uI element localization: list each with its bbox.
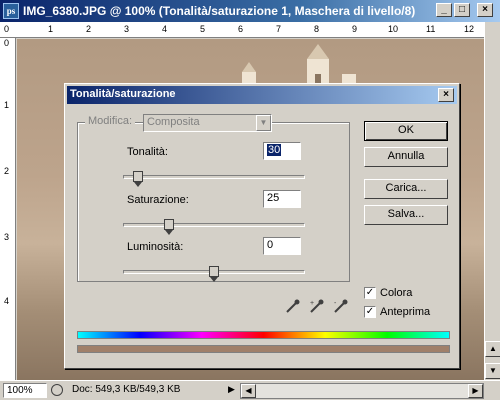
lightness-value: 0 [267, 239, 274, 251]
save-button[interactable]: Salva... [364, 205, 448, 225]
hue-slider-track[interactable] [123, 175, 305, 179]
scroll-down-icon[interactable]: ▼ [485, 363, 500, 379]
ruler-tick: 4 [4, 296, 10, 306]
ruler-tick: 12 [464, 24, 475, 34]
vertical-ruler[interactable]: 0 1 2 3 4 [0, 38, 16, 380]
ruler-tick: 2 [4, 166, 10, 176]
colorize-label: Colora [380, 287, 413, 299]
preview-label: Anteprima [380, 306, 431, 318]
result-color-bar [77, 345, 450, 353]
scroll-up-icon[interactable]: ▲ [485, 341, 500, 357]
status-bar: 100% Doc: 549,3 KB/549,3 KB ▶ ◀ ▶ [0, 380, 500, 400]
eyedropper-minus-icon[interactable]: - [333, 298, 349, 314]
saturation-slider-thumb[interactable] [163, 219, 174, 235]
ruler-tick: 4 [162, 24, 168, 34]
ruler-tick: 11 [426, 24, 436, 34]
saturation-label: Saturazione: [127, 194, 189, 206]
svg-text:-: - [334, 300, 337, 307]
preview-checkbox[interactable]: ✓ [364, 306, 376, 319]
saturation-input[interactable]: 25 [263, 190, 301, 208]
edit-select-value: Composita [147, 116, 200, 128]
scroll-left-icon[interactable]: ◀ [241, 384, 256, 398]
photoshop-app-icon[interactable]: ps [3, 3, 19, 19]
ruler-tick: 9 [352, 24, 358, 34]
status-menu-icon[interactable] [51, 384, 63, 396]
horizontal-scrollbar[interactable]: ◀ ▶ [240, 383, 484, 399]
ruler-tick: 1 [48, 24, 54, 34]
edit-label: Modifica: [85, 115, 136, 127]
hue-value: 30 [267, 144, 282, 156]
hue-label: Tonalità: [127, 146, 168, 158]
ruler-tick: 2 [86, 24, 92, 34]
zoom-field[interactable]: 100% [3, 383, 47, 398]
maximize-button[interactable]: □ [454, 3, 470, 17]
lightness-label: Luminosità: [127, 241, 184, 253]
svg-text:+: + [310, 300, 314, 307]
hue-input[interactable]: 30 [263, 142, 301, 160]
dialog-close-button[interactable]: × [438, 88, 454, 102]
hue-slider-thumb[interactable] [133, 171, 144, 187]
ruler-tick: 10 [388, 24, 399, 34]
ruler-tick: 8 [314, 24, 320, 34]
vertical-scrollbar[interactable]: ▲ ▼ [484, 22, 500, 380]
colorize-option[interactable]: ✓ Colora [364, 287, 413, 300]
saturation-value: 25 [267, 192, 280, 204]
status-menu-arrow-icon[interactable]: ▶ [228, 384, 235, 395]
cancel-button[interactable]: Annulla [364, 147, 448, 167]
saturation-slider-track[interactable] [123, 223, 305, 227]
colorize-checkbox[interactable]: ✓ [364, 287, 376, 300]
load-button[interactable]: Carica... [364, 179, 448, 199]
eyedropper-icon[interactable] [285, 298, 301, 314]
edit-select[interactable]: Composita ▼ [143, 114, 272, 132]
horizontal-ruler[interactable]: 0 1 2 3 4 5 6 7 8 9 10 11 12 [0, 22, 484, 38]
lightness-input[interactable]: 0 [263, 237, 301, 255]
ruler-tick: 7 [276, 24, 282, 34]
ruler-tick: 3 [4, 232, 10, 242]
spectrum-bar [77, 331, 450, 339]
ruler-tick: 0 [4, 24, 10, 34]
ruler-tick: 5 [200, 24, 206, 34]
ruler-tick: 6 [238, 24, 244, 34]
ruler-tick: 1 [4, 100, 10, 110]
chevron-down-icon[interactable]: ▼ [256, 115, 271, 131]
document-title: IMG_6380.JPG @ 100% (Tonalità/saturazion… [23, 4, 416, 18]
ruler-tick: 3 [124, 24, 130, 34]
adjustment-group [77, 122, 350, 282]
ruler-tick: 0 [4, 38, 10, 48]
ok-button[interactable]: OK [364, 121, 448, 141]
close-button[interactable]: × [477, 3, 493, 17]
dialog-title: Tonalità/saturazione [70, 88, 176, 100]
lightness-slider-thumb[interactable] [209, 266, 219, 282]
hue-saturation-dialog: Tonalità/saturazione × Modifica: Composi… [64, 83, 460, 369]
document-titlebar[interactable]: ps IMG_6380.JPG @ 100% (Tonalità/saturaz… [0, 0, 500, 22]
minimize-button[interactable]: _ [436, 3, 452, 17]
document-info: Doc: 549,3 KB/549,3 KB [72, 384, 181, 395]
preview-option[interactable]: ✓ Anteprima [364, 306, 431, 319]
scroll-right-icon[interactable]: ▶ [468, 384, 483, 398]
eyedropper-plus-icon[interactable]: + [309, 298, 325, 314]
dialog-titlebar[interactable]: Tonalità/saturazione × [67, 86, 457, 104]
